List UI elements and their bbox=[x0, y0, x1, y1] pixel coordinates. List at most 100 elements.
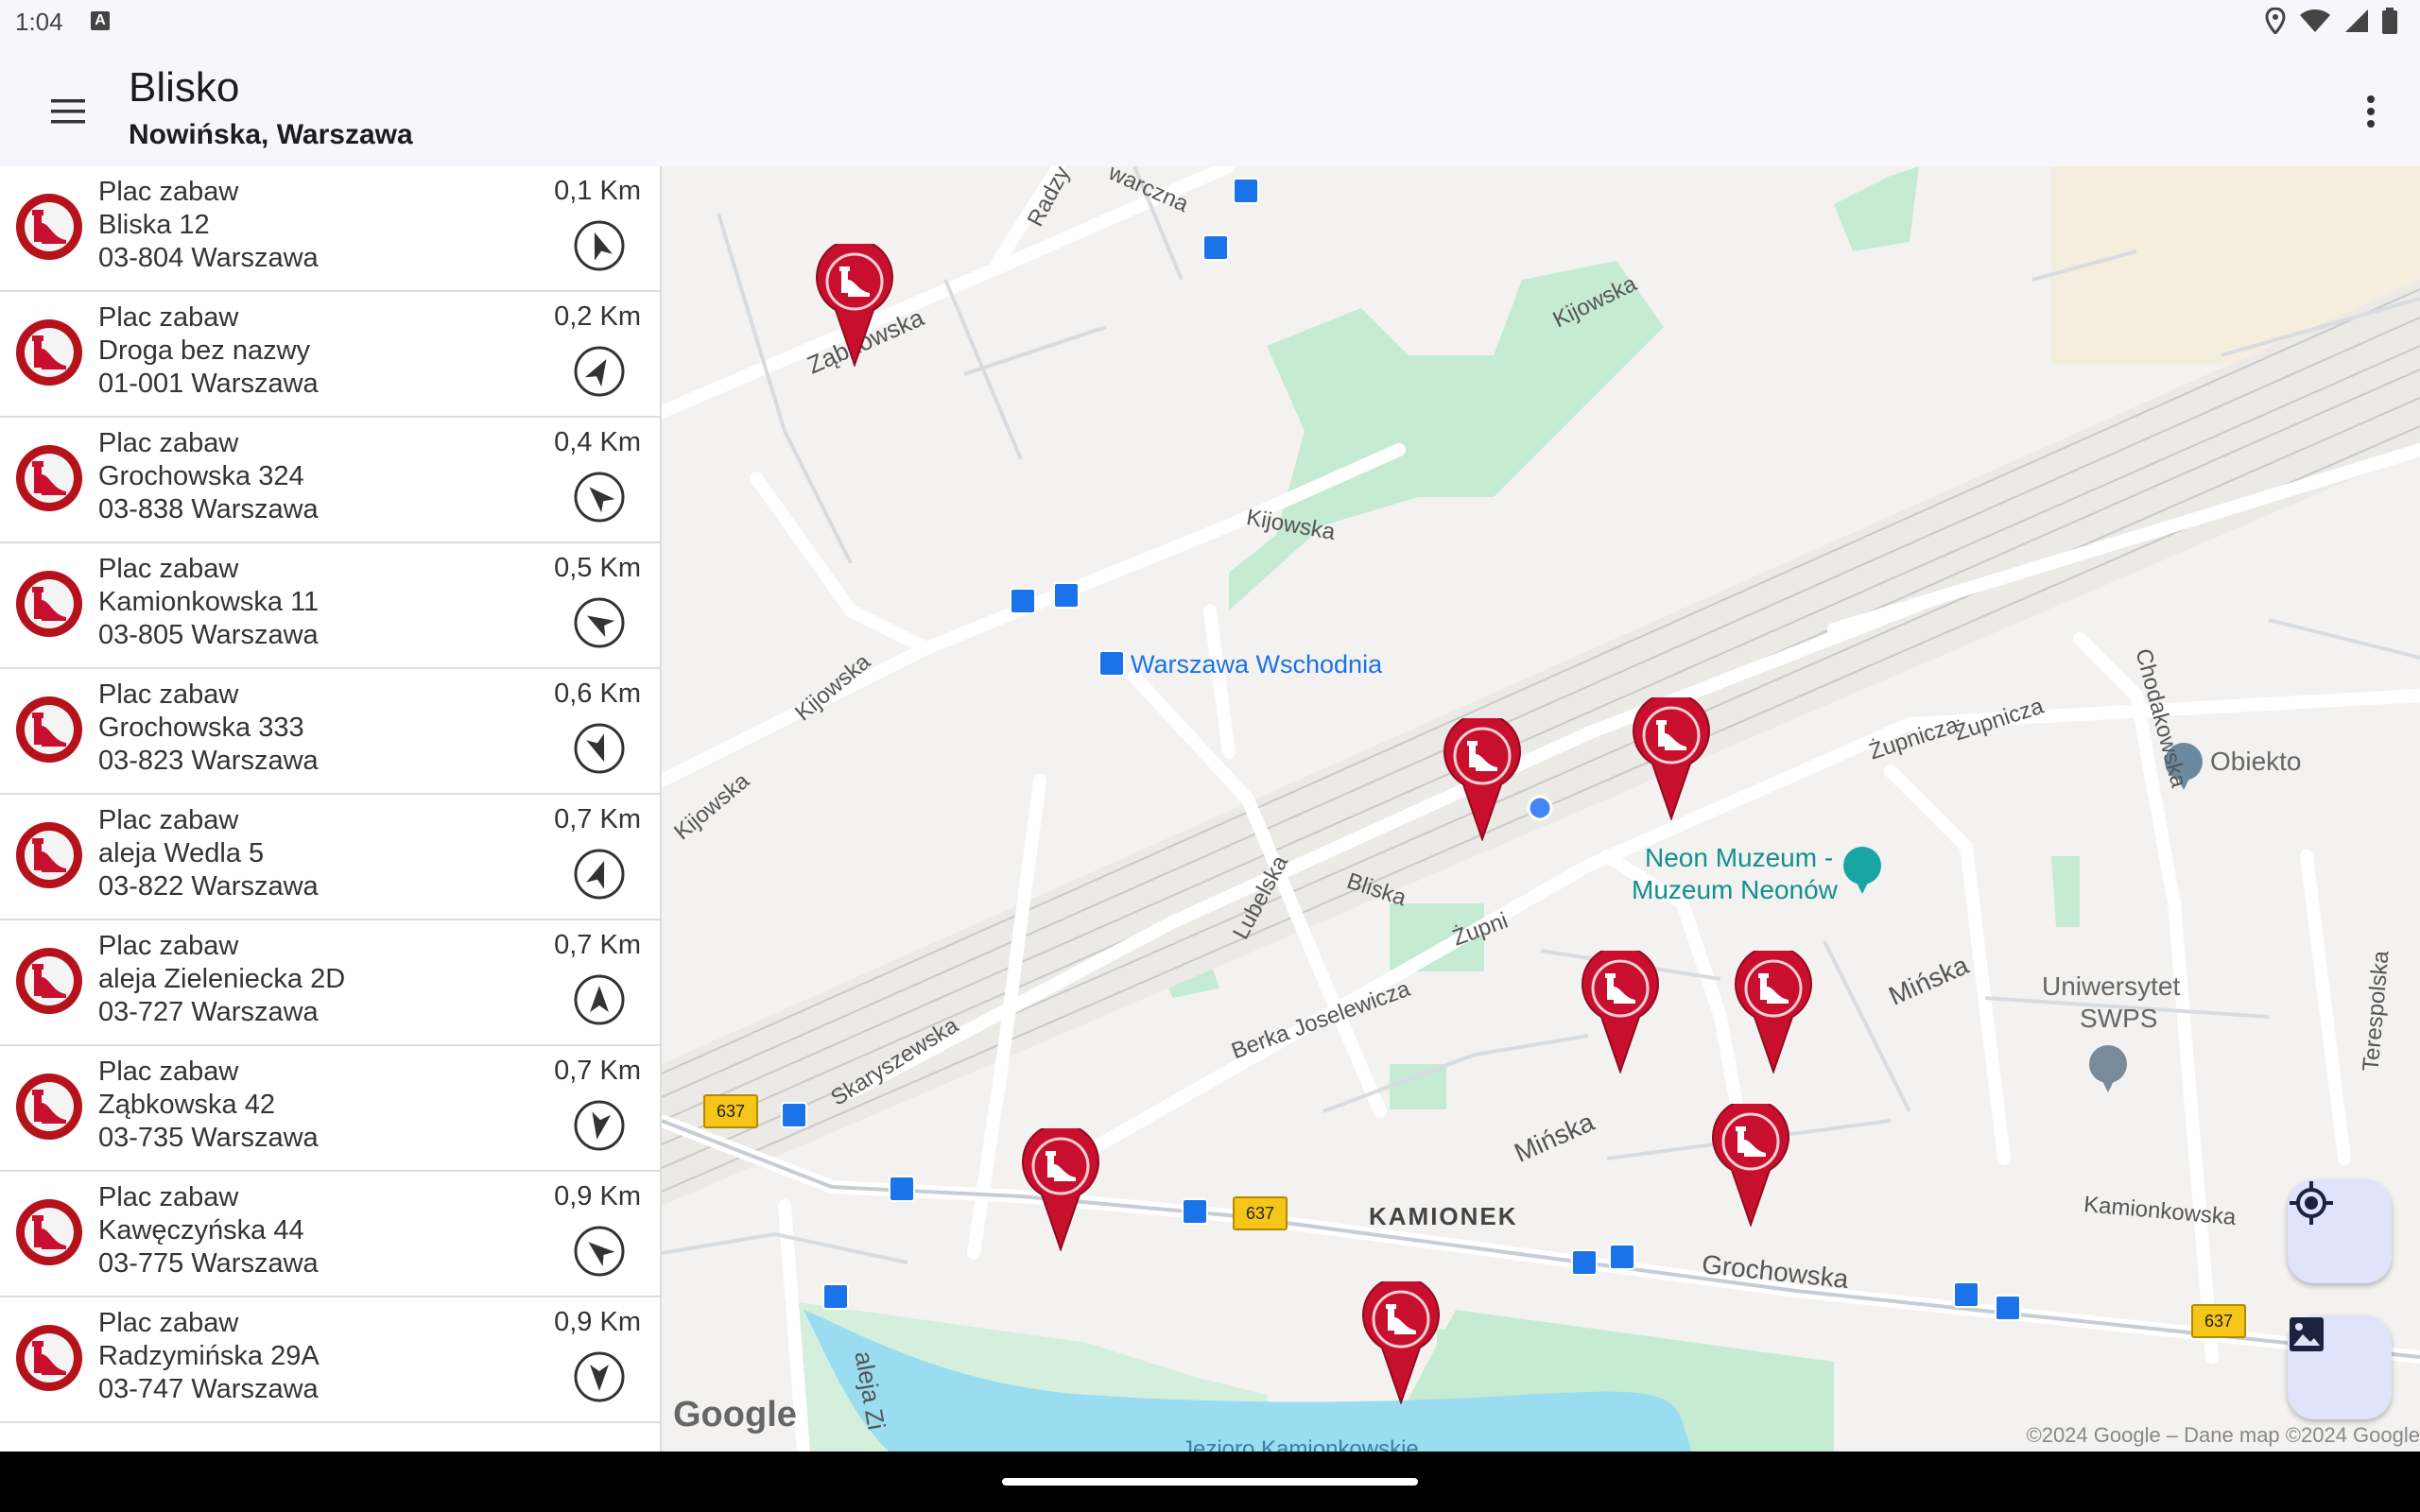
playground-icon bbox=[13, 568, 85, 640]
playground-map-marker[interactable] bbox=[1734, 951, 1813, 1074]
places-list[interactable]: Plac zabaw Bliska 12 03-804 Warszawa 0,1… bbox=[0, 166, 662, 1452]
playground-map-marker[interactable] bbox=[1361, 1281, 1441, 1404]
map-copyright: ©2024 Google – Dane map ©2024 Google bbox=[2026, 1423, 2420, 1447]
list-item[interactable]: Plac zabaw Grochowska 324 03-838 Warszaw… bbox=[0, 418, 660, 543]
poi-label-obiekto[interactable]: Obiekto bbox=[2210, 747, 2302, 777]
map-background bbox=[662, 166, 2420, 1452]
list-item[interactable]: Plac zabaw Grochowska 333 03-823 Warszaw… bbox=[0, 669, 660, 795]
direction-arrow-icon bbox=[574, 1351, 625, 1402]
poi-label-university-2[interactable]: SWPS bbox=[2080, 1004, 2157, 1034]
navigate-button[interactable] bbox=[573, 1350, 626, 1403]
poi-label-museum[interactable]: Neon Muzeum - bbox=[1645, 843, 1833, 873]
transit-stop-icon[interactable] bbox=[1233, 178, 1259, 204]
navigate-button[interactable] bbox=[573, 596, 626, 649]
playground-map-marker[interactable] bbox=[815, 244, 894, 367]
my-location-icon bbox=[2290, 1181, 2333, 1225]
overflow-menu-button[interactable] bbox=[2348, 81, 2394, 142]
place-street: Grochowska 324 bbox=[98, 461, 304, 491]
place-city: 03-804 Warszawa bbox=[98, 243, 319, 273]
route-badge-637: 637 bbox=[2191, 1304, 2246, 1338]
place-distance: 0,9 Km bbox=[554, 1181, 641, 1211]
transit-stop-icon[interactable] bbox=[1202, 234, 1229, 261]
place-city: 03-822 Warszawa bbox=[98, 871, 319, 902]
place-street: Droga bez nazwy bbox=[98, 335, 311, 366]
direction-arrow-icon bbox=[574, 849, 625, 900]
place-category: Plac zabaw bbox=[98, 302, 239, 333]
menu-button[interactable] bbox=[38, 81, 98, 142]
navigate-button[interactable] bbox=[573, 1099, 626, 1152]
navigate-button[interactable] bbox=[573, 722, 626, 775]
image-icon bbox=[2290, 1317, 2324, 1351]
list-item[interactable]: Plac zabaw Droga bez nazwy 01-001 Warsza… bbox=[0, 292, 660, 418]
poi-label-university[interactable]: Uniwersytet bbox=[2042, 971, 2180, 1002]
transit-stop-icon[interactable] bbox=[1995, 1295, 2021, 1321]
transit-stop-icon[interactable] bbox=[1010, 588, 1036, 614]
station-label[interactable]: Warszawa Wschodnia bbox=[1131, 650, 1382, 679]
place-distance: 0,7 Km bbox=[554, 1056, 641, 1086]
place-city: 03-747 Warszawa bbox=[98, 1374, 319, 1404]
navigate-button[interactable] bbox=[573, 345, 626, 398]
place-distance: 0,7 Km bbox=[554, 804, 641, 834]
poi-label-museum-2[interactable]: Muzeum Neonów bbox=[1632, 875, 1838, 905]
list-item[interactable]: Plac zabaw aleja Zieleniecka 2D 03-727 W… bbox=[0, 920, 660, 1046]
direction-arrow-icon bbox=[574, 597, 625, 648]
place-street: Kamionkowska 11 bbox=[98, 587, 320, 617]
place-city: 03-805 Warszawa bbox=[98, 620, 319, 650]
transit-stop-icon[interactable] bbox=[1953, 1281, 1979, 1308]
direction-arrow-icon bbox=[574, 1226, 625, 1277]
status-time: 1:04 bbox=[15, 8, 63, 36]
navigate-button[interactable] bbox=[573, 471, 626, 524]
train-station-icon[interactable] bbox=[1098, 650, 1125, 677]
map-type-button[interactable] bbox=[2288, 1315, 2392, 1419]
list-item[interactable]: Plac zabaw Bliska 12 03-804 Warszawa 0,1… bbox=[0, 166, 660, 292]
page-title: Blisko bbox=[129, 64, 240, 111]
navigate-button[interactable] bbox=[573, 973, 626, 1026]
place-street: Kawęczyńska 44 bbox=[98, 1215, 304, 1246]
map-view[interactable]: 637 637 637 Ząbkowska Radzy warczna Kijo… bbox=[662, 166, 2420, 1452]
playground-icon bbox=[13, 317, 85, 388]
signal-icon bbox=[2345, 9, 2368, 32]
playground-map-marker[interactable] bbox=[1632, 697, 1711, 820]
playground-icon bbox=[13, 694, 85, 765]
playground-icon bbox=[13, 191, 85, 263]
transit-stop-icon[interactable] bbox=[822, 1283, 849, 1310]
place-category: Plac zabaw bbox=[98, 554, 239, 584]
place-category: Plac zabaw bbox=[98, 1308, 239, 1338]
list-item[interactable]: Plac zabaw Kawęczyńska 44 03-775 Warszaw… bbox=[0, 1172, 660, 1297]
place-street: aleja Wedla 5 bbox=[98, 838, 265, 868]
place-distance: 0,7 Km bbox=[554, 930, 641, 960]
my-location-button[interactable] bbox=[2288, 1179, 2392, 1283]
transit-stop-icon[interactable] bbox=[1609, 1244, 1635, 1270]
transit-stop-icon[interactable] bbox=[889, 1176, 915, 1202]
direction-arrow-icon bbox=[574, 472, 625, 523]
district-label-kamionek: KAMIONEK bbox=[1369, 1202, 1518, 1230]
playground-map-marker[interactable] bbox=[1021, 1128, 1100, 1251]
transit-stop-icon[interactable] bbox=[1182, 1198, 1208, 1225]
place-city: 03-727 Warszawa bbox=[98, 997, 319, 1027]
place-street: Radzymińska 29A bbox=[98, 1341, 320, 1371]
playground-icon bbox=[13, 442, 85, 514]
place-distance: 0,2 Km bbox=[554, 301, 641, 332]
navigate-button[interactable] bbox=[573, 219, 626, 272]
home-gesture-handle[interactable] bbox=[1002, 1478, 1418, 1486]
place-distance: 0,6 Km bbox=[554, 679, 641, 709]
playground-icon bbox=[13, 1196, 85, 1268]
playground-map-marker[interactable] bbox=[1581, 951, 1660, 1074]
list-item[interactable]: Plac zabaw Ząbkowska 42 03-735 Warszawa … bbox=[0, 1046, 660, 1172]
transit-stop-icon[interactable] bbox=[1571, 1249, 1598, 1276]
transit-stop-icon[interactable] bbox=[1053, 582, 1080, 609]
playground-map-marker[interactable] bbox=[1443, 718, 1522, 841]
navigate-button[interactable] bbox=[573, 1225, 626, 1278]
direction-arrow-icon bbox=[574, 1100, 625, 1151]
place-distance: 0,4 Km bbox=[554, 427, 641, 457]
direction-arrow-icon bbox=[574, 346, 625, 397]
transit-stop-icon[interactable] bbox=[781, 1102, 807, 1128]
place-city: 03-823 Warszawa bbox=[98, 746, 319, 776]
direction-arrow-icon bbox=[574, 723, 625, 774]
navigate-button[interactable] bbox=[573, 848, 626, 901]
list-item[interactable]: Plac zabaw aleja Wedla 5 03-822 Warszawa… bbox=[0, 795, 660, 920]
playground-map-marker[interactable] bbox=[1711, 1104, 1790, 1227]
list-item[interactable]: Plac zabaw Kamionkowska 11 03-805 Warsza… bbox=[0, 543, 660, 669]
list-item[interactable]: Plac zabaw Radzymińska 29A 03-747 Warsza… bbox=[0, 1297, 660, 1423]
place-city: 03-735 Warszawa bbox=[98, 1123, 319, 1153]
